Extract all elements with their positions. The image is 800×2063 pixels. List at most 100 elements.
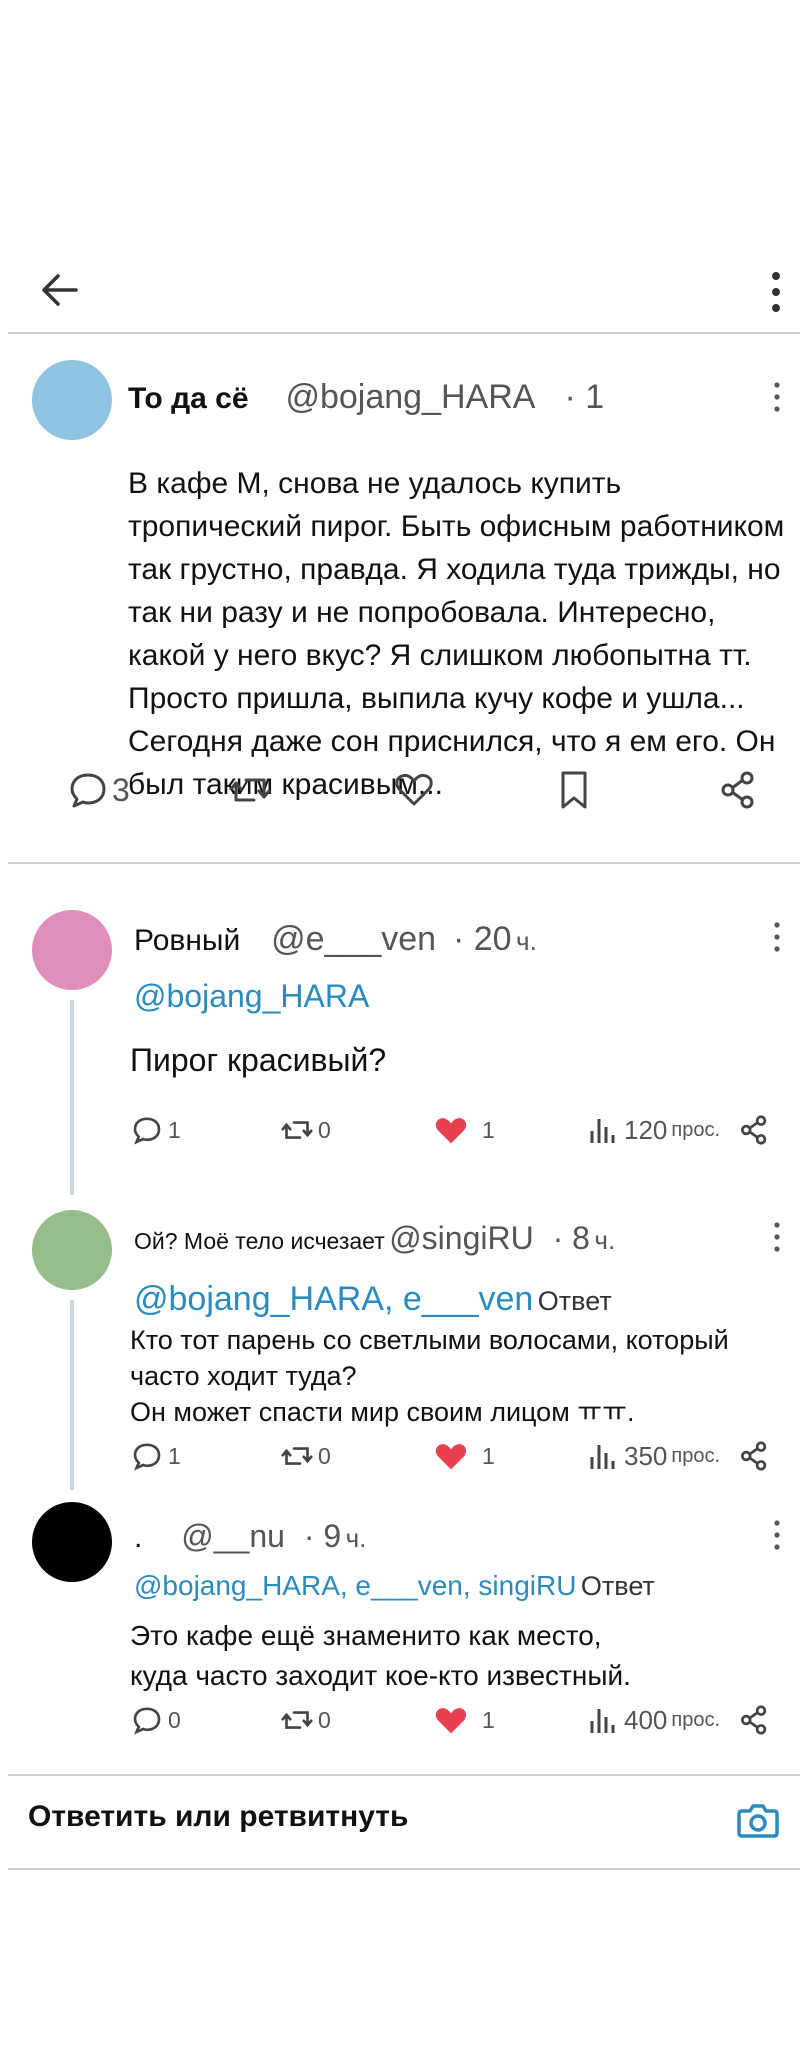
reply-author-line: Ровный @e___ven · 20 ч. — [134, 920, 537, 959]
reply-compose-input[interactable]: Ответить или ретвитнуть — [28, 1800, 408, 1834]
share-button[interactable] — [720, 760, 756, 820]
avatar[interactable] — [32, 910, 112, 990]
tweet-thread-page: То да сё @bojang_HARA · 1 В кафе М, снов… — [0, 0, 800, 2063]
reply-mentions-line: @bojang_HARA, e___ven Ответ — [134, 1280, 612, 1319]
reply-mentions[interactable]: @bojang_HARA — [134, 978, 369, 1015]
reply-comment-button[interactable]: 1 — [132, 1110, 181, 1150]
retweet-icon — [229, 778, 271, 802]
reply-like-button[interactable]: 1 — [434, 1700, 495, 1740]
author-name[interactable]: Ровный — [134, 924, 240, 957]
like-button[interactable] — [394, 760, 434, 820]
like-count: 1 — [482, 1116, 495, 1143]
reply-time-unit: ч. — [516, 926, 537, 956]
reply-mentions-line: @bojang_HARA, e___ven, singiRU Ответ — [134, 1570, 655, 1602]
author-handle[interactable]: @singiRU — [389, 1220, 534, 1256]
reply-like-button[interactable]: 1 — [434, 1110, 495, 1150]
reply-like-button[interactable]: 1 — [434, 1436, 495, 1476]
more-vertical-icon — [774, 382, 780, 412]
avatar[interactable] — [32, 1210, 112, 1290]
author-handle[interactable]: @e___ven — [271, 920, 436, 958]
reply-text-line: часто ходит туда? — [130, 1361, 357, 1391]
views-label: прос. — [671, 1708, 721, 1731]
reply-retweet-button[interactable]: 0 — [280, 1436, 331, 1476]
retweet-icon — [281, 1711, 313, 1729]
reply-more-button[interactable] — [772, 1222, 782, 1257]
reply-mentions[interactable]: @bojang_HARA, e___ven, singiRU — [134, 1570, 576, 1601]
views-label: прос. — [671, 1444, 721, 1467]
comment-icon — [70, 773, 106, 808]
reply-retweet-button[interactable]: 0 — [280, 1110, 331, 1150]
reply-stats: 0 0 1 400 прос. — [128, 1700, 788, 1740]
more-vertical-icon — [774, 922, 780, 952]
bookmark-button[interactable] — [558, 760, 590, 820]
post-divider — [8, 862, 800, 864]
share-icon — [740, 1115, 767, 1145]
more-vertical-icon — [774, 1222, 780, 1252]
reply-text-line: Кто тот парень со светлыми волосами, кот… — [130, 1325, 729, 1355]
reply-time: · 9 — [303, 1518, 342, 1554]
reply-more-button[interactable] — [772, 922, 782, 957]
comment-icon — [133, 1117, 161, 1145]
comment-count: 1 — [168, 1442, 181, 1469]
back-button[interactable] — [38, 268, 82, 312]
views-count: 120 — [624, 1114, 668, 1145]
more-vertical-icon — [774, 1520, 780, 1550]
reply-share-button[interactable] — [740, 1110, 768, 1150]
camera-button[interactable] — [736, 1800, 780, 1840]
reply-author-line: . @__nu · 9 ч. — [134, 1518, 366, 1555]
reply-views[interactable]: 120 прос. — [588, 1110, 720, 1150]
post-time: · 1 — [564, 378, 605, 416]
header-more-button[interactable] — [764, 270, 788, 314]
comment-icon — [133, 1707, 161, 1735]
post-actions: 3 — [0, 760, 800, 820]
post-more-button[interactable] — [772, 382, 782, 417]
views-count: 400 — [624, 1704, 668, 1735]
reply-share-button[interactable] — [740, 1700, 768, 1740]
reply-stats: 1 0 1 350 прос. — [128, 1436, 788, 1476]
bookmark-icon — [561, 771, 587, 809]
reply-stats: 1 0 1 120 прос. — [128, 1110, 788, 1150]
reply-time: · 20 — [453, 920, 512, 958]
reply-time-unit: ч. — [594, 1225, 616, 1255]
reply-time-unit: ч. — [345, 1523, 367, 1553]
comment-icon — [133, 1443, 161, 1471]
post-text: В кафе М, снова не удалось купить тропич… — [128, 467, 785, 801]
camera-icon — [737, 1804, 779, 1838]
author-name[interactable]: Ой? Моё тело исчезает — [134, 1228, 385, 1254]
avatar[interactable] — [32, 360, 112, 440]
reply-mentions[interactable]: @bojang_HARA, e___ven — [134, 1280, 533, 1318]
reply-views[interactable]: 350 прос. — [588, 1436, 720, 1476]
avatar[interactable] — [32, 1502, 112, 1582]
reply-label: Ответ — [580, 1571, 655, 1601]
heart-icon — [395, 773, 433, 806]
reply-more-button[interactable] — [772, 1520, 782, 1555]
reply-text-line: Он может спасти мир своим лицом ㅠㅠ. — [130, 1397, 635, 1427]
arrow-left-icon — [42, 274, 78, 306]
author-handle[interactable]: @__nu — [181, 1518, 285, 1554]
reply-time: · 8 — [552, 1220, 590, 1256]
views-chart-icon — [590, 1445, 615, 1469]
thread-line — [70, 1300, 74, 1490]
post-author-line: То да сё @bojang_HARA · 1 — [128, 378, 604, 417]
author-name[interactable]: То да сё — [128, 382, 249, 415]
author-handle[interactable]: @bojang_HARA — [285, 378, 533, 416]
share-icon — [740, 1705, 767, 1735]
reply-share-button[interactable] — [740, 1436, 768, 1476]
reply-text: Пирог красивый? — [130, 1042, 387, 1078]
author-name[interactable]: . — [134, 1521, 142, 1554]
reply-button[interactable]: 3 — [68, 760, 130, 820]
reply-label: Ответ — [537, 1286, 612, 1316]
reply-views[interactable]: 400 прос. — [588, 1700, 720, 1740]
heart-filled-icon — [435, 1444, 467, 1470]
views-label: прос. — [671, 1118, 721, 1141]
thread-line — [70, 1000, 74, 1195]
reply-retweet-button[interactable]: 0 — [280, 1700, 331, 1740]
reply-text-line: куда часто заходит кое-кто известный. — [130, 1660, 631, 1691]
comment-count: 0 — [168, 1706, 181, 1733]
retweet-count: 0 — [318, 1706, 331, 1733]
retweet-button[interactable] — [228, 760, 272, 820]
reply-comment-button[interactable]: 0 — [132, 1700, 181, 1740]
reply-count: 3 — [112, 771, 130, 808]
reply-comment-button[interactable]: 1 — [132, 1436, 181, 1476]
comment-count: 1 — [168, 1116, 181, 1143]
